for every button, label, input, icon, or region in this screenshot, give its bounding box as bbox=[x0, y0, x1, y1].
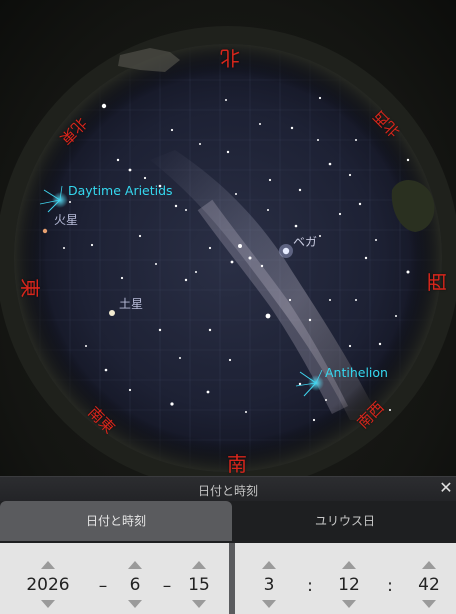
day-increment-icon[interactable] bbox=[192, 561, 206, 569]
second-increment-icon[interactable] bbox=[422, 561, 436, 569]
cardinal-south: 南 bbox=[227, 452, 247, 476]
cardinal-east: 東 bbox=[18, 278, 42, 298]
mars-planet[interactable] bbox=[42, 228, 48, 234]
time-separator-1: : bbox=[307, 576, 313, 596]
vega-label[interactable]: ベガ bbox=[293, 235, 317, 249]
time-separator-2: : bbox=[387, 576, 393, 596]
second-value[interactable]: 42 bbox=[399, 575, 456, 595]
day-spinner[interactable]: 15 bbox=[179, 543, 219, 614]
day-decrement-icon[interactable] bbox=[192, 600, 206, 608]
month-decrement-icon[interactable] bbox=[128, 600, 142, 608]
dialog-title: 日付と時刻 bbox=[197, 484, 258, 498]
hour-spinner[interactable]: 3 bbox=[249, 543, 289, 614]
hour-increment-icon[interactable] bbox=[262, 561, 276, 569]
vega-star[interactable] bbox=[282, 247, 290, 255]
month-spinner[interactable]: 6 bbox=[115, 543, 155, 614]
hour-decrement-icon[interactable] bbox=[262, 600, 276, 608]
year-spinner[interactable]: 2026 bbox=[26, 543, 70, 614]
minute-value[interactable]: 12 bbox=[319, 575, 379, 595]
minute-increment-icon[interactable] bbox=[342, 561, 356, 569]
second-decrement-icon[interactable] bbox=[422, 600, 436, 608]
month-increment-icon[interactable] bbox=[128, 561, 142, 569]
year-decrement-icon[interactable] bbox=[41, 600, 55, 608]
day-value[interactable]: 15 bbox=[169, 575, 229, 595]
cardinal-north: 北 bbox=[220, 46, 240, 70]
dialog-titlebar[interactable]: 日付と時刻 ✕ bbox=[0, 476, 456, 501]
sky-canvas[interactable] bbox=[0, 0, 456, 476]
year-increment-icon[interactable] bbox=[41, 561, 55, 569]
second-spinner[interactable]: 42 bbox=[409, 543, 449, 614]
saturn-planet[interactable] bbox=[109, 310, 115, 316]
sky-view[interactable]: 北 南 東 西 北東 北西 南東 南西 Daytime Arietids 火星 … bbox=[0, 0, 456, 476]
minute-spinner[interactable]: 12 bbox=[329, 543, 369, 614]
hour-value[interactable]: 3 bbox=[239, 575, 299, 595]
tab-date-time[interactable]: 日付と時刻 bbox=[0, 501, 232, 541]
saturn-label[interactable]: 土星 bbox=[119, 297, 143, 311]
month-value[interactable]: 6 bbox=[105, 575, 165, 595]
antihelion-label[interactable]: Antihelion bbox=[325, 366, 388, 380]
year-value[interactable]: 2026 bbox=[18, 575, 78, 595]
mars-label[interactable]: 火星 bbox=[54, 213, 78, 227]
close-icon[interactable]: ✕ bbox=[438, 479, 454, 497]
tab-julian-day[interactable]: ユリウス日 bbox=[234, 501, 456, 541]
daytime-arietids-label[interactable]: Daytime Arietids bbox=[68, 184, 173, 198]
cardinal-west: 西 bbox=[425, 272, 449, 292]
minute-decrement-icon[interactable] bbox=[342, 600, 356, 608]
